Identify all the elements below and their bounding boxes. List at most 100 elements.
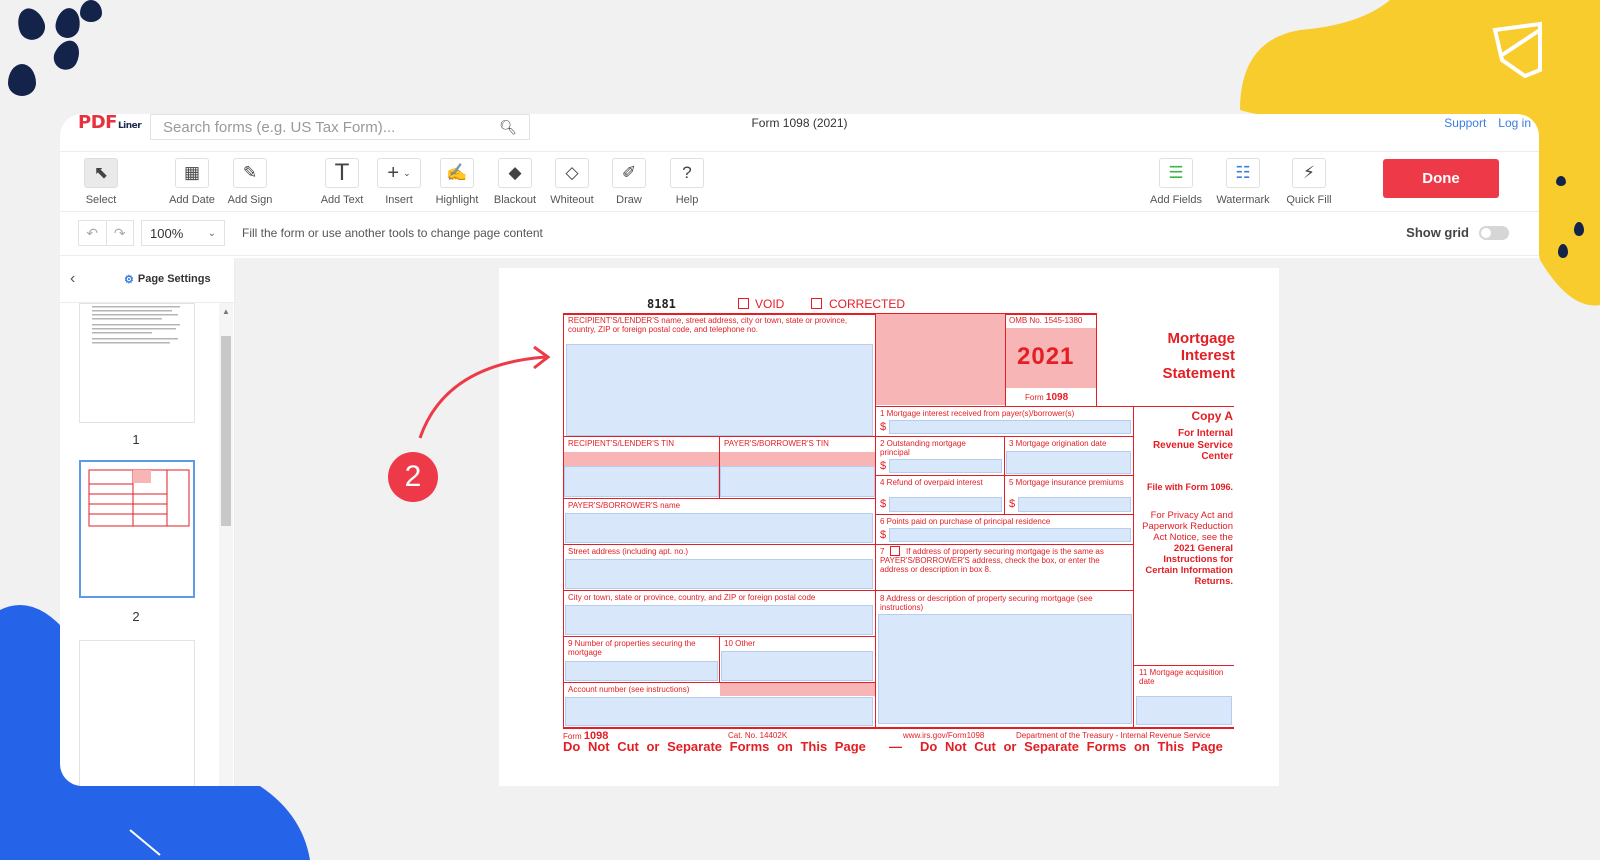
box6-field[interactable] xyxy=(889,528,1131,542)
blackout-icon: ◆ xyxy=(498,158,532,188)
city-field[interactable] xyxy=(565,605,873,635)
insert-tool[interactable]: + ⌄ Insert xyxy=(371,158,427,206)
payer-tin-shade xyxy=(720,452,875,466)
payer-tin-field[interactable] xyxy=(720,466,875,497)
box4-dollar: $ xyxy=(880,498,887,510)
form-border xyxy=(563,313,1097,315)
page-settings-icon: ⚙︎ xyxy=(124,274,134,286)
decor-dot xyxy=(13,4,49,44)
fields-icon: ☰ xyxy=(1159,158,1193,188)
street-label: Street address (including apt. no.) xyxy=(568,547,689,556)
box10-field[interactable] xyxy=(721,651,873,681)
for-irs-label: For Internal Revenue Service Center xyxy=(1152,428,1233,462)
form-code: 8181 xyxy=(647,297,676,311)
box1-label: 1 Mortgage interest received from payer(… xyxy=(880,409,1075,418)
page-thumbnail-1[interactable] xyxy=(79,303,195,423)
cursor-icon: ⬉ xyxy=(84,158,118,188)
whiteout-icon: ◇ xyxy=(555,158,589,188)
login-link[interactable]: Log in xyxy=(1498,116,1531,130)
whiteout-tool[interactable]: ◇ Whiteout xyxy=(544,158,600,206)
support-link[interactable]: Support xyxy=(1444,116,1486,130)
scroll-thumb[interactable] xyxy=(221,336,231,526)
show-grid-toggle[interactable] xyxy=(1479,225,1509,240)
add-date-tool[interactable]: ▦ Add Date xyxy=(164,158,220,206)
box11-field[interactable] xyxy=(1136,696,1232,725)
app-window: PDFLiner Search forms (e.g. US Tax Form)… xyxy=(60,114,1539,786)
sidebar-scrollbar[interactable]: ▲ xyxy=(219,303,233,786)
tax-year: 2021 xyxy=(1017,343,1075,370)
box7-label: If address of property securing mortgage… xyxy=(880,547,1104,575)
form-divider xyxy=(875,406,1234,407)
copy-a-label: Copy A xyxy=(1191,409,1233,423)
corrected-label: CORRECTED xyxy=(829,297,906,311)
shaded-box xyxy=(876,314,1005,405)
sub-toolbar: ↶ ↷ 100% ⌄ Fill the form or use another … xyxy=(60,212,1539,256)
blackout-tool[interactable]: ◆ Blackout xyxy=(487,158,543,206)
form-divider xyxy=(875,514,1133,515)
box1-field[interactable] xyxy=(889,420,1131,434)
zoom-select[interactable]: 100% ⌄ xyxy=(141,220,225,246)
highlight-tool[interactable]: ✍ Highlight xyxy=(429,158,485,206)
page-number-1: 1 xyxy=(132,432,140,447)
payer-name-field[interactable] xyxy=(565,513,873,543)
void-checkbox[interactable] xyxy=(738,298,749,309)
done-button[interactable]: Done xyxy=(1383,159,1499,198)
recipient-tin-field[interactable] xyxy=(564,466,719,497)
watermark-tool[interactable]: ☷ Watermark xyxy=(1215,158,1271,206)
void-label: VOID xyxy=(755,297,785,311)
box4-field[interactable] xyxy=(889,497,1002,512)
box2-label: 2 Outstanding mortgage principal xyxy=(880,439,966,458)
payer-tin-label: PAYER'S/BORROWER'S TIN xyxy=(724,439,829,448)
corrected-checkbox[interactable] xyxy=(811,298,822,309)
help-tool[interactable]: ? Help xyxy=(659,158,715,206)
page-1-preview xyxy=(92,306,180,344)
pen-icon: ✎ xyxy=(233,158,267,188)
form-divider xyxy=(563,590,875,591)
box8-field[interactable] xyxy=(878,614,1132,724)
page-thumbnail-3[interactable] xyxy=(79,640,195,786)
recipient-field[interactable] xyxy=(566,344,873,436)
box2-dollar: $ xyxy=(880,460,887,472)
box9-label: 9 Number of properties securing the mort… xyxy=(568,639,696,658)
page-sidebar: ‹ ⚙︎ Page Settings 1 2 ▲ xyxy=(60,258,235,786)
document-title: Form 1098 (2021) xyxy=(751,116,848,130)
form-page[interactable]: 8181 VOID CORRECTED RECIPIENT'S/LENDER'S… xyxy=(499,268,1279,786)
quick-fill-tool[interactable]: ⚡︎ Quick Fill xyxy=(1281,158,1337,206)
page-thumbnail-2[interactable] xyxy=(79,460,195,598)
decor-dot xyxy=(1574,222,1584,236)
add-sign-tool[interactable]: ✎ Add Sign xyxy=(222,158,278,206)
plus-icon: + ⌄ xyxy=(377,158,421,188)
privacy-label: For Privacy Act and Paperwork Reduction … xyxy=(1142,510,1233,587)
top-bar: PDFLiner Search forms (e.g. US Tax Form)… xyxy=(60,114,1539,152)
box6-dollar: $ xyxy=(880,529,887,541)
step-badge: 2 xyxy=(388,452,438,502)
add-fields-tool[interactable]: ☰ Add Fields xyxy=(1148,158,1204,206)
street-field[interactable] xyxy=(565,559,873,589)
do-not-cut-left: Do Not Cut or Separate Forms on This Pag… xyxy=(563,739,866,754)
scroll-up-icon[interactable]: ▲ xyxy=(222,307,230,316)
box5-field[interactable] xyxy=(1018,497,1131,512)
box2-field[interactable] xyxy=(889,459,1002,473)
form-number-label: Form 1098 xyxy=(1025,392,1069,403)
box3-field[interactable] xyxy=(1006,451,1131,474)
add-text-tool[interactable]: T Add Text xyxy=(314,158,370,206)
chevron-left-icon[interactable]: ‹ xyxy=(70,270,75,288)
page-settings-button[interactable]: ⚙︎ Page Settings xyxy=(124,273,211,286)
box5-label: 5 Mortgage insurance premiums xyxy=(1009,478,1124,487)
form-divider xyxy=(875,590,1133,591)
draw-tool[interactable]: ✐ Draw xyxy=(601,158,657,206)
account-field[interactable] xyxy=(565,697,873,726)
page-number-2: 2 xyxy=(132,609,140,624)
select-tool[interactable]: ⬉ Select xyxy=(73,158,129,206)
annotation-arrow xyxy=(418,345,551,439)
redo-icon[interactable]: ↷ xyxy=(105,221,134,245)
calendar-icon: ▦ xyxy=(175,158,209,188)
recipient-tin-shade xyxy=(564,452,719,466)
decor-dot xyxy=(1556,176,1566,186)
box10-label: 10 Other xyxy=(724,639,756,648)
text-icon: T xyxy=(325,158,359,188)
undo-icon[interactable]: ↶ xyxy=(79,221,106,245)
box9-field[interactable] xyxy=(565,661,718,681)
box6-label: 6 Points paid on purchase of principal r… xyxy=(880,517,1051,526)
hint-text: Fill the form or use another tools to ch… xyxy=(242,226,543,240)
